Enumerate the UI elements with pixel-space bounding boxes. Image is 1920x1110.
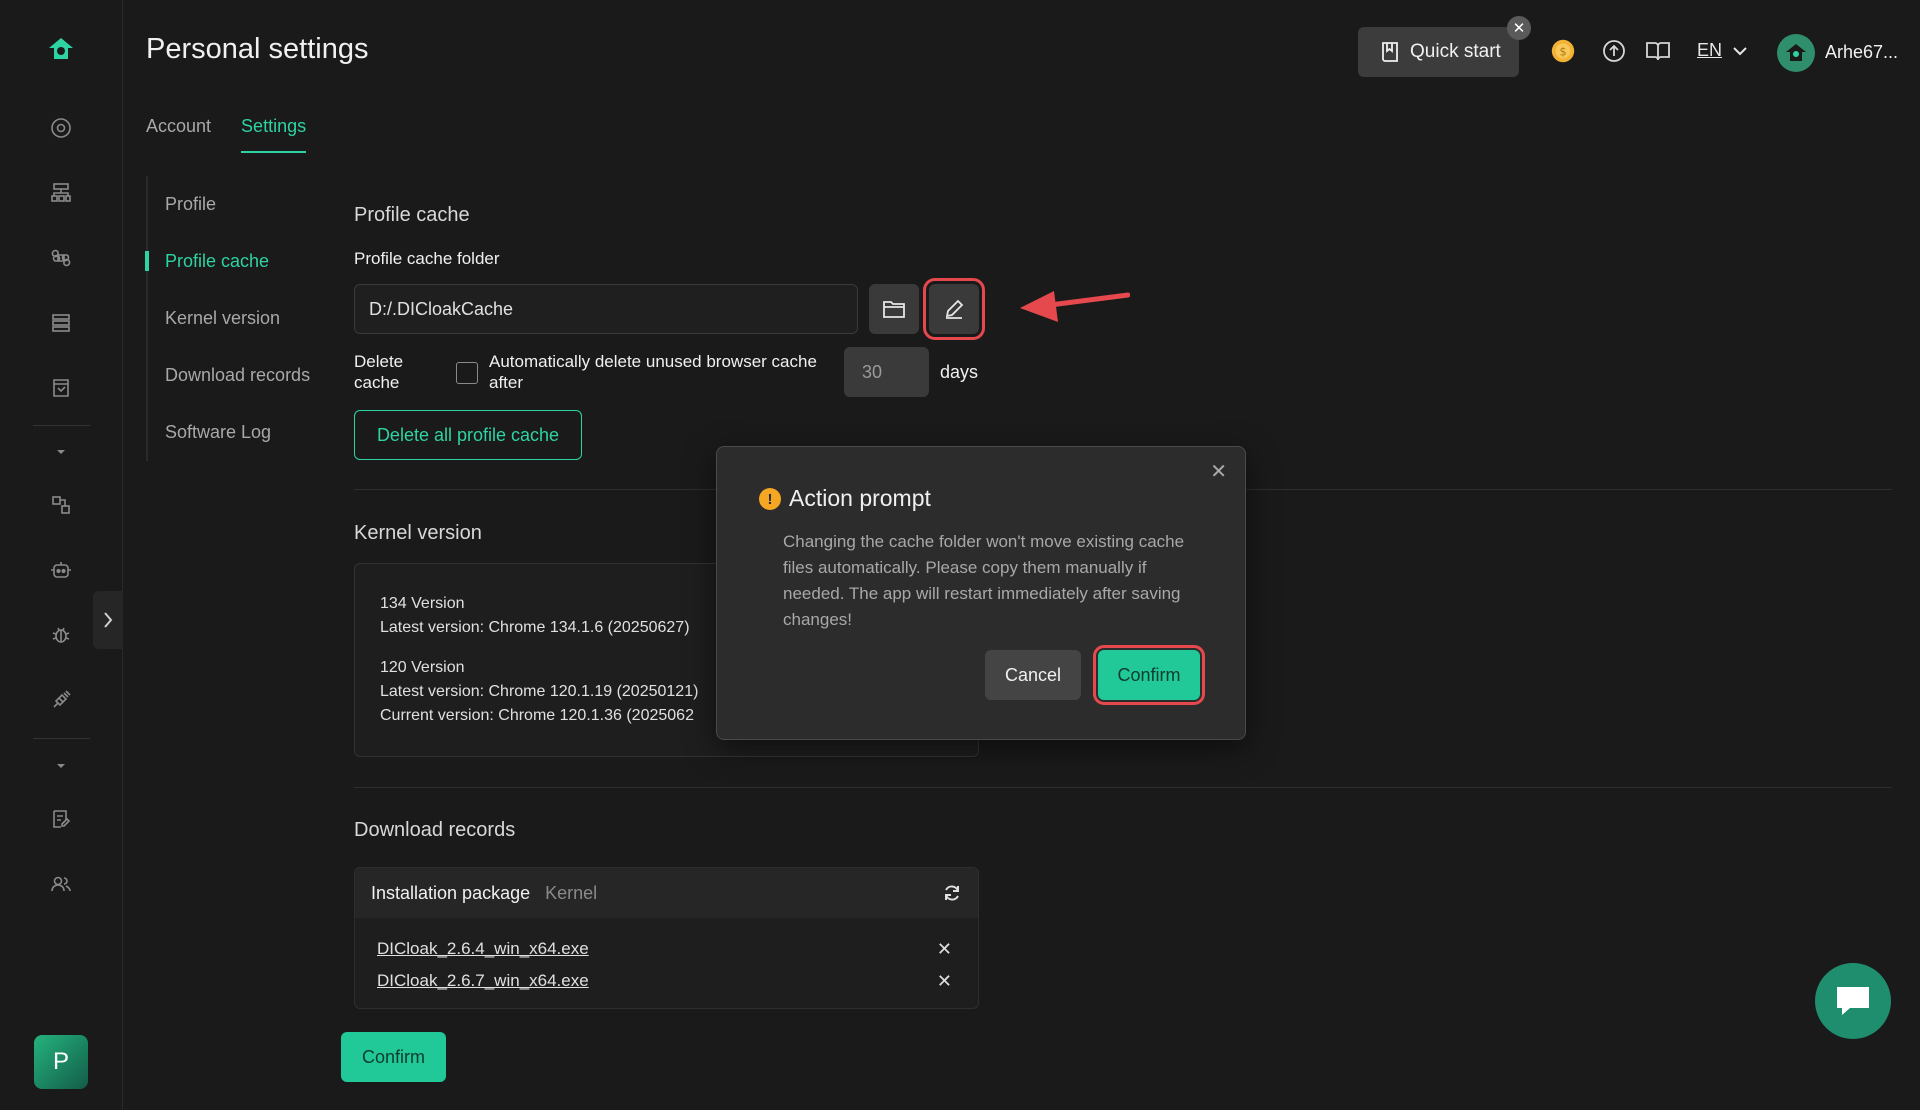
plug-icon[interactable] [44, 683, 78, 717]
page-title: Personal settings [146, 33, 369, 65]
download-file-link[interactable]: DICloak_2.6.4_win_x64.exe [377, 939, 589, 959]
days-label: days [940, 362, 979, 382]
dialog-confirm-button[interactable]: Confirm [1093, 645, 1205, 705]
red-arrow-annotation [1010, 280, 1130, 330]
remove-icon[interactable]: ✕ [937, 939, 952, 960]
settings-subnav: Profile Profile cache Kernel version Dow… [145, 176, 326, 461]
tab-installation-package[interactable]: Installation package [371, 883, 530, 904]
dialog-close-icon[interactable]: ✕ [1210, 459, 1227, 484]
dialog-title: Action prompt [789, 485, 931, 511]
tab-account[interactable]: Account [146, 116, 211, 153]
docs-book-icon[interactable] [1644, 37, 1672, 65]
confirm-button[interactable]: Confirm [341, 1032, 446, 1082]
browse-folder-button[interactable] [869, 284, 919, 334]
cache-folder-input[interactable]: D:/.DICloakCache [354, 284, 858, 334]
download-records-title: Download records [354, 819, 516, 841]
refresh-icon[interactable] [942, 883, 962, 903]
language-label: EN [1697, 40, 1723, 60]
action-prompt-dialog: ✕ ! Action prompt Changing the cache fol… [716, 446, 1246, 740]
folder-icon [883, 301, 905, 318]
profile-cache-title: Profile cache [354, 204, 470, 226]
download-records-box: Installation package Kernel DICloak_2.6.… [354, 867, 979, 1009]
chevron-down-icon[interactable] [44, 749, 78, 783]
robot-icon[interactable] [44, 553, 78, 587]
svg-text:$: $ [1559, 46, 1566, 59]
book-icon [1380, 41, 1400, 63]
remove-icon[interactable]: ✕ [937, 971, 952, 992]
app-logo-icon[interactable] [44, 33, 78, 67]
user-name[interactable]: Arhe67... [1825, 42, 1898, 63]
quick-start-close-icon[interactable]: ✕ [1507, 16, 1531, 40]
bug-icon[interactable] [44, 618, 78, 652]
organization-icon[interactable] [44, 176, 78, 210]
tab-settings[interactable]: Settings [241, 116, 307, 153]
auto-delete-checkbox[interactable] [456, 362, 478, 384]
pencil-icon [945, 299, 964, 319]
cache-folder-label: Profile cache folder [354, 249, 500, 268]
subnav-item-profile-cache[interactable]: Profile cache [145, 233, 326, 290]
tab-kernel[interactable]: Kernel [545, 883, 597, 904]
list-item: DICloak_2.6.4_win_x64.exe ✕ [355, 933, 978, 965]
user-avatar[interactable] [1777, 34, 1815, 72]
subnav-item-kernel-version[interactable]: Kernel version [148, 290, 326, 347]
dialog-message: Changing the cache folder won't move exi… [783, 532, 1185, 629]
chat-button[interactable] [1815, 963, 1891, 1039]
server-list-icon[interactable] [44, 306, 78, 340]
team-icon[interactable] [44, 867, 78, 901]
download-tabs: Installation package Kernel [355, 868, 978, 918]
sync-icon[interactable] [44, 488, 78, 522]
notes-icon[interactable] [44, 802, 78, 836]
warning-icon: ! [759, 488, 781, 510]
settings-tabs: Account Settings [146, 116, 307, 153]
workspace-avatar[interactable]: P [34, 1035, 88, 1089]
upload-icon[interactable] [1600, 37, 1628, 65]
shop-icon[interactable] [44, 371, 78, 405]
subnav-item-download-records[interactable]: Download records [148, 347, 326, 404]
days-input[interactable]: 30 [844, 347, 929, 397]
quick-start-button[interactable]: Quick start [1358, 27, 1519, 77]
subnav-item-profile[interactable]: Profile [148, 176, 326, 233]
left-rail: P [0, 0, 123, 1110]
chat-bubble-icon [1837, 987, 1869, 1015]
language-selector[interactable]: EN [1697, 40, 1748, 61]
list-item: DICloak_2.6.7_win_x64.exe ✕ [355, 965, 978, 997]
command-icon[interactable] [44, 241, 78, 275]
chevron-down-icon[interactable] [44, 435, 78, 469]
dialog-cancel-button[interactable]: Cancel [985, 650, 1081, 700]
chevron-down-icon [1732, 46, 1748, 56]
expand-sidebar-button[interactable] [93, 591, 123, 649]
delete-cache-label: Delete cache [354, 352, 404, 392]
subnav-item-software-log[interactable]: Software Log [148, 404, 326, 461]
quick-start-label: Quick start [1410, 41, 1501, 62]
auto-delete-label: Automatically delete unused browser cach… [489, 352, 817, 392]
coin-icon[interactable]: $ [1549, 37, 1577, 65]
delete-all-cache-button[interactable]: Delete all profile cache [354, 410, 582, 460]
browser-icon[interactable] [44, 111, 78, 145]
download-file-link[interactable]: DICloak_2.6.7_win_x64.exe [377, 971, 589, 991]
kernel-version-title: Kernel version [354, 522, 482, 544]
divider [354, 787, 1892, 788]
edit-folder-button[interactable] [923, 278, 985, 340]
